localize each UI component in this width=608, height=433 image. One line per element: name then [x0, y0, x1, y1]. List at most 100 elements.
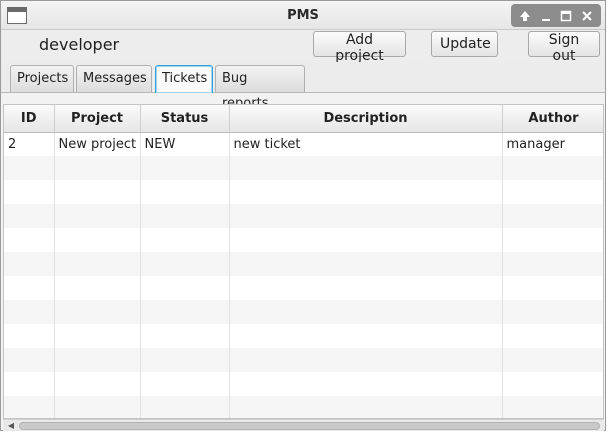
update-button[interactable]: Update [431, 31, 498, 57]
table-cell [4, 252, 55, 276]
table-row[interactable] [4, 180, 603, 204]
table-cell [502, 300, 603, 324]
table-cell [140, 276, 230, 300]
table-cell [54, 372, 141, 396]
table-cell [4, 156, 55, 180]
table-row[interactable] [4, 204, 603, 228]
table-cell [502, 180, 603, 204]
table-cell [502, 396, 603, 418]
table-cell [140, 228, 230, 252]
scrollbar-thumb[interactable] [19, 422, 600, 430]
table-row[interactable] [4, 276, 603, 300]
table-cell [140, 348, 230, 372]
table-header-row: ID Project Status Description Author [4, 105, 603, 133]
sign-out-button[interactable]: Sign out [528, 31, 600, 64]
table-cell [4, 204, 55, 228]
tickets-table-container[interactable]: ID Project Status Description Author 2 Ne… [3, 104, 604, 419]
table-cell [54, 396, 141, 418]
table-cell: new ticket [229, 132, 503, 156]
table-cell [229, 276, 503, 300]
table-cell [54, 276, 141, 300]
table-cell [502, 348, 603, 372]
table-cell [229, 204, 503, 228]
table-cell [4, 300, 55, 324]
table-cell [229, 300, 503, 324]
table-cell [54, 300, 141, 324]
table-cell [54, 252, 141, 276]
table-cell [229, 372, 503, 396]
table-cell [140, 180, 230, 204]
table-cell [54, 324, 141, 348]
table-cell [54, 228, 141, 252]
table-row[interactable] [4, 252, 603, 276]
window-controls [511, 4, 601, 27]
table-cell [54, 204, 141, 228]
table-cell [502, 372, 603, 396]
table-cell [4, 348, 55, 372]
column-header-status[interactable]: Status [140, 105, 230, 133]
column-header-project[interactable]: Project [54, 105, 141, 133]
table-cell [502, 276, 603, 300]
table-cell [54, 156, 141, 180]
tab-tickets[interactable]: Tickets [155, 65, 213, 93]
title-bar[interactable]: PMS [1, 1, 605, 30]
app-window: PMS developer Add project Update Sign ou… [0, 0, 606, 431]
table-cell [229, 156, 503, 180]
table-cell [140, 156, 230, 180]
table-cell [4, 324, 55, 348]
tab-projects[interactable]: Projects [10, 65, 74, 92]
column-header-description[interactable]: Description [229, 105, 503, 133]
table-cell [502, 228, 603, 252]
table-cell [140, 300, 230, 324]
table-cell [4, 276, 55, 300]
table-row[interactable] [4, 156, 603, 180]
table-cell [229, 348, 503, 372]
table-cell [4, 228, 55, 252]
current-user-label: developer [39, 35, 120, 54]
table-row[interactable] [4, 324, 603, 348]
tickets-table: ID Project Status Description Author 2 Ne… [4, 105, 603, 418]
table-cell [4, 372, 55, 396]
table-cell [140, 252, 230, 276]
table-cell [502, 204, 603, 228]
column-header-author[interactable]: Author [502, 105, 603, 133]
horizontal-scrollbar[interactable]: ◀ [3, 419, 604, 431]
minimize-icon[interactable] [538, 8, 554, 24]
table-cell [54, 348, 141, 372]
table-row[interactable]: 2 New project NEW new ticket manager [4, 132, 603, 156]
up-arrow-icon[interactable] [517, 8, 533, 24]
table-cell: manager [502, 132, 603, 156]
table-row[interactable] [4, 228, 603, 252]
table-cell [140, 324, 230, 348]
table-cell: New project [54, 132, 141, 156]
table-cell [229, 228, 503, 252]
table-cell [229, 396, 503, 418]
table-cell [4, 396, 55, 418]
table-cell [502, 324, 603, 348]
table-cell [54, 180, 141, 204]
table-cell [502, 252, 603, 276]
table-cell [140, 372, 230, 396]
add-project-button[interactable]: Add project [313, 31, 406, 64]
table-cell: NEW [140, 132, 230, 156]
table-cell [140, 204, 230, 228]
tab-bar: Projects Messages Tickets Bug reports [1, 62, 605, 111]
table-cell [229, 180, 503, 204]
table-cell [502, 156, 603, 180]
table-row[interactable] [4, 348, 603, 372]
table-cell [229, 324, 503, 348]
table-row[interactable] [4, 396, 603, 418]
column-header-id[interactable]: ID [4, 105, 55, 133]
table-cell [140, 396, 230, 418]
maximize-icon[interactable] [558, 8, 574, 24]
table-cell [4, 180, 55, 204]
table-cell: 2 [4, 132, 55, 156]
scroll-left-arrow-icon[interactable]: ◀ [6, 421, 16, 431]
tab-bug-reports[interactable]: Bug reports [215, 65, 305, 111]
table-cell [229, 252, 503, 276]
toolbar: developer Add project Update Sign out [1, 30, 605, 64]
table-row[interactable] [4, 372, 603, 396]
close-icon[interactable] [579, 8, 595, 24]
tab-messages[interactable]: Messages [76, 65, 152, 92]
table-row[interactable] [4, 300, 603, 324]
